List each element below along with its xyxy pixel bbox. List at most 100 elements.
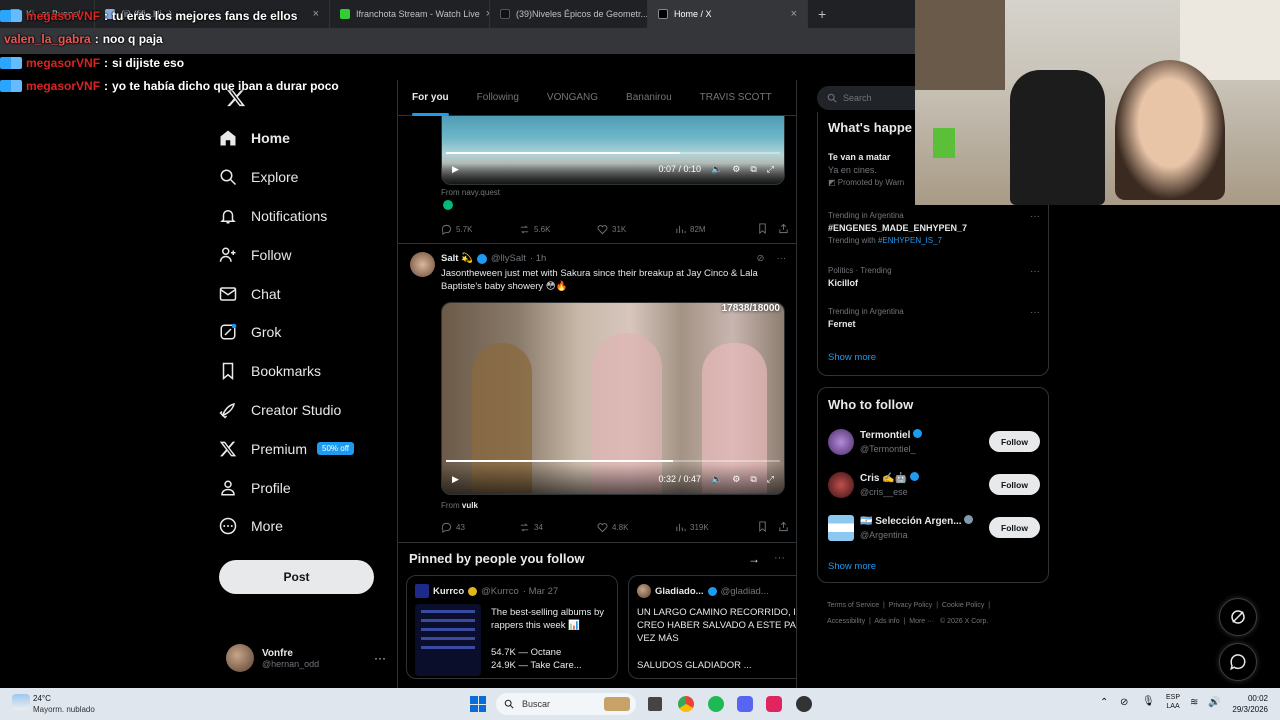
obs-icon[interactable]	[796, 696, 812, 712]
discord-icon[interactable]	[737, 696, 753, 712]
author-handle[interactable]: @llySalt	[491, 253, 526, 264]
grok-icon[interactable]: ⊘	[757, 253, 765, 264]
footer-link[interactable]: Cookie Policy	[942, 602, 984, 609]
weather-temp[interactable]: 24°C	[33, 694, 51, 703]
chevron-up-icon[interactable]: ⌃	[1100, 697, 1108, 708]
like-button[interactable]: 4.8K	[597, 522, 675, 533]
new-tab-button[interactable]: +	[808, 0, 836, 28]
nav-more[interactable]: More	[219, 507, 389, 546]
footer-link[interactable]: More ···	[909, 618, 934, 625]
follow-suggestion[interactable]: Cris ✍️🤖 @cris__ese Follow	[828, 470, 1040, 500]
follow-suggestion[interactable]: 🇦🇷 Selección Argen... @Argentina Follow	[828, 513, 1040, 543]
volume-icon[interactable]: 🔈	[711, 164, 722, 175]
nav-home[interactable]: Home	[219, 119, 389, 158]
nav-notifications[interactable]: Notifications	[219, 197, 389, 236]
video-source[interactable]: From navy.quest	[441, 188, 500, 197]
promoted-item[interactable]: Te van a matar Ya en cines. ◩ Promoted b…	[828, 152, 904, 187]
bookmark-icon[interactable]	[757, 521, 768, 534]
nav-profile[interactable]: Profile	[219, 468, 389, 507]
views-button[interactable]: 82M	[675, 224, 753, 235]
volume-icon[interactable]: 🔊	[1208, 697, 1220, 708]
pip-icon[interactable]: ⧉	[750, 474, 756, 485]
share-icon[interactable]	[778, 223, 789, 236]
play-icon[interactable]: ▶	[452, 164, 459, 175]
tab-travis-scott[interactable]: TRAVIS SCOTT	[686, 80, 786, 116]
tiktok-app-icon[interactable]	[766, 696, 782, 712]
wifi-icon[interactable]: ≋	[1190, 697, 1198, 708]
post-button[interactable]: Post	[219, 560, 374, 594]
nav-grok[interactable]: Grok	[219, 313, 389, 352]
follow-button[interactable]: Follow	[989, 474, 1040, 495]
follow-button[interactable]: Follow	[989, 431, 1040, 452]
more-dots-icon[interactable]: ···	[374, 651, 386, 665]
weather-desc[interactable]: Mayorm. nublado	[33, 705, 95, 714]
search-input[interactable]: Search	[817, 86, 915, 110]
nav-follow[interactable]: Follow	[219, 235, 389, 274]
close-tab-icon[interactable]: ×	[791, 8, 797, 20]
more-dots-icon[interactable]: ···	[777, 253, 787, 264]
nav-creator-studio[interactable]: Creator Studio	[219, 391, 389, 430]
footer-link[interactable]: Privacy Policy	[889, 602, 933, 609]
play-icon[interactable]: ▶	[452, 474, 459, 485]
nav-bookmarks[interactable]: Bookmarks	[219, 352, 389, 391]
trend-hashtag-link[interactable]: #ENHYPEN_IS_7	[878, 236, 942, 245]
repost-button[interactable]: 5.6K	[519, 224, 597, 235]
fullscreen-icon[interactable]: ⤢	[767, 164, 774, 175]
clock[interactable]: 00:02 29/3/2026	[1228, 693, 1268, 715]
tab-vongang[interactable]: VONGANG	[533, 80, 612, 116]
settings-icon[interactable]: ⚙	[732, 474, 740, 485]
fullscreen-icon[interactable]: ⤢	[767, 474, 774, 485]
more-dots-icon[interactable]: ···	[1030, 211, 1040, 222]
browser-tab-active[interactable]: Home / X ×	[648, 0, 808, 28]
show-more-link[interactable]: Show more	[828, 561, 876, 572]
footer-link[interactable]: Accessibility	[827, 618, 865, 625]
pip-icon[interactable]: ⧉	[750, 164, 756, 175]
avatar[interactable]	[410, 252, 435, 277]
pinned-card[interactable]: Gladiado... @gladiad... UN LARGO CAMINO …	[628, 575, 796, 679]
video-progress-bar[interactable]	[446, 460, 780, 462]
browser-tab[interactable]: (39)Niveles Épicos de Geometr...×	[490, 0, 648, 28]
like-button[interactable]: 31K	[597, 224, 675, 235]
nav-chat[interactable]: Chat	[219, 274, 389, 313]
follow-suggestion[interactable]: Termontiel @Termontiel_ Follow	[828, 427, 1040, 457]
video-source[interactable]: From vulk	[441, 501, 478, 510]
trend-item[interactable]: Politics · Trending Kicillof ···	[828, 266, 1040, 288]
windows-start-icon[interactable]	[470, 696, 486, 712]
taskbar-search[interactable]: Buscar	[496, 693, 636, 715]
tab-following[interactable]: Following	[463, 80, 533, 116]
views-button[interactable]: 319K	[675, 522, 753, 533]
share-icon[interactable]	[778, 521, 789, 534]
reply-button[interactable]: 43	[441, 522, 519, 533]
footer-link[interactable]: Terms of Service	[827, 602, 879, 609]
trend-item[interactable]: Trending in Argentina Fernet ···	[828, 307, 1040, 329]
trend-item[interactable]: Trending in Argentina #ENGENES_MADE_ENHY…	[828, 211, 1040, 245]
post-time[interactable]: · 1h	[530, 253, 546, 264]
tab-bananirou[interactable]: Bananirou	[612, 80, 686, 116]
task-view-icon[interactable]	[648, 697, 662, 711]
chrome-icon[interactable]	[678, 696, 694, 712]
follow-button[interactable]: Follow	[989, 517, 1040, 538]
messages-fab-button[interactable]	[1219, 643, 1257, 681]
spotify-icon[interactable]	[708, 696, 724, 712]
author-name[interactable]: Salt 💫	[441, 253, 473, 264]
network-icon[interactable]: ⊘	[1120, 697, 1128, 708]
nav-explore[interactable]: Explore	[219, 158, 389, 197]
grok-fab-button[interactable]	[1219, 598, 1257, 636]
settings-icon[interactable]: ⚙	[732, 164, 740, 175]
account-switcher[interactable]: Vonfre @hernan_odd ···	[226, 642, 386, 674]
more-dots-icon[interactable]: ···	[1030, 266, 1040, 277]
footer-link[interactable]: Ads info	[874, 618, 899, 625]
bookmark-icon[interactable]	[757, 223, 768, 236]
volume-icon[interactable]: 🔈	[711, 474, 722, 485]
more-dots-icon[interactable]: ···	[774, 552, 785, 564]
video-player[interactable]: 17838/18000 ▶ 0:32 / 0:47 🔈 ⚙ ⧉ ⤢	[441, 302, 785, 495]
mic-icon[interactable]: 🎙	[1142, 696, 1155, 707]
reply-button[interactable]: 5.7K	[441, 224, 519, 235]
pinned-card[interactable]: Kurrco @Kurrco · Mar 27 The best-selling…	[406, 575, 618, 679]
more-dots-icon[interactable]: ···	[1030, 307, 1040, 318]
language-indicator[interactable]: ESP LAA	[1166, 693, 1180, 711]
nav-premium[interactable]: Premium 50% off	[219, 429, 389, 468]
show-more-link[interactable]: Show more	[828, 352, 876, 363]
arrow-right-icon[interactable]: →	[748, 552, 760, 566]
repost-button[interactable]: 34	[519, 522, 597, 533]
